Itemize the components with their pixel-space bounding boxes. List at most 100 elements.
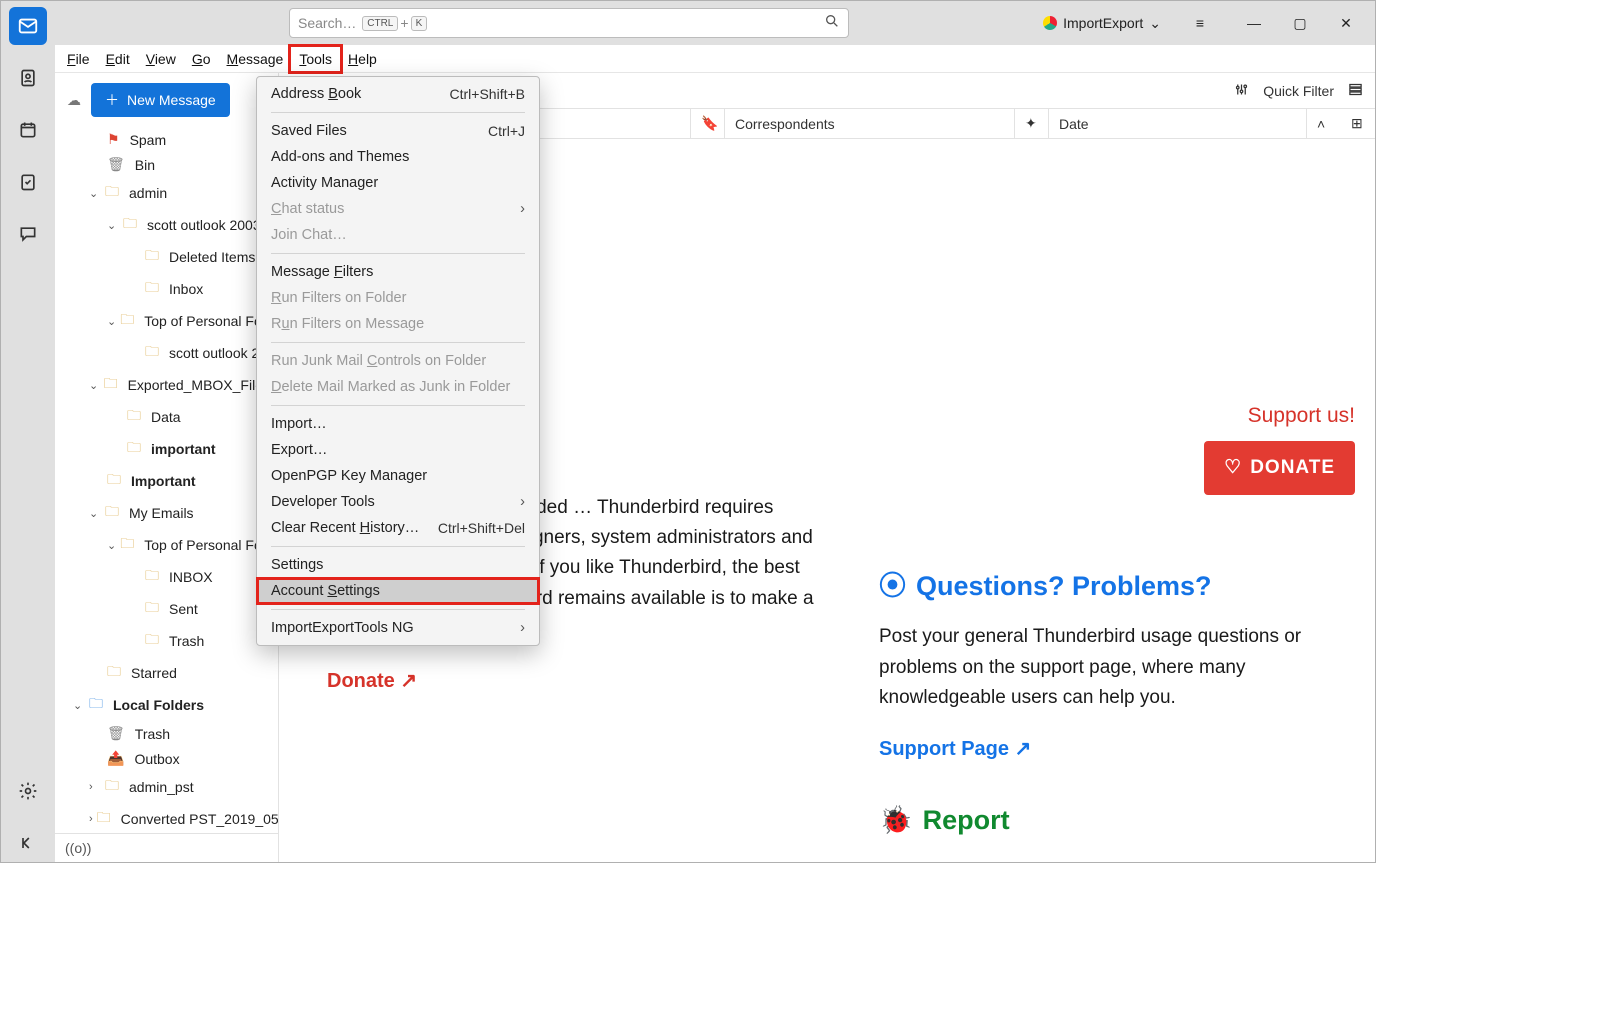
local-folders[interactable]: ⌄🗀Local Folders bbox=[55, 689, 278, 721]
col-correspondents[interactable]: Correspondents bbox=[725, 109, 1015, 138]
folder-bin[interactable]: 🗑Bin bbox=[55, 152, 278, 177]
quick-filter-label[interactable]: Quick Filter bbox=[1263, 83, 1334, 99]
folder-scott2003[interactable]: ⌄🗀scott outlook 2003 bbox=[55, 209, 278, 241]
folder-admin-pst[interactable]: ›🗀admin_pst bbox=[55, 771, 278, 803]
folder-inbox[interactable]: 🗀Inbox bbox=[55, 273, 278, 305]
col-picker[interactable]: ⊞ bbox=[1341, 109, 1375, 138]
folder-top-pf2[interactable]: ⌄🗀Top of Personal Fol… bbox=[55, 529, 278, 561]
folder-top-pf1[interactable]: ⌄🗀Top of Personal Fol… bbox=[55, 305, 278, 337]
folder-outbox[interactable]: 📤Outbox bbox=[55, 746, 278, 771]
menu-importexporttools[interactable]: ImportExportTools NG› bbox=[257, 615, 539, 641]
folder-myemails[interactable]: ⌄🗀My Emails bbox=[55, 497, 278, 529]
chevron-down-icon[interactable]: ⌄ bbox=[89, 379, 100, 392]
menu-edit[interactable]: Edit bbox=[98, 47, 138, 71]
folder-trash2[interactable]: 🗑Trash bbox=[55, 721, 278, 746]
col-flag[interactable]: 🔖 bbox=[691, 109, 725, 138]
col-attach[interactable]: ✦ bbox=[1015, 109, 1049, 138]
folder-icon: 🗀 bbox=[145, 629, 159, 653]
chevron-down-icon[interactable]: ⌄ bbox=[107, 219, 119, 232]
menu-go[interactable]: Go bbox=[184, 47, 219, 71]
col-sort[interactable]: ˄ bbox=[1307, 109, 1341, 138]
importexport-label: ImportExport bbox=[1063, 15, 1143, 31]
menu-view[interactable]: View bbox=[138, 47, 184, 71]
new-message-button[interactable]: ＋ New Message bbox=[91, 83, 230, 117]
global-search-input[interactable]: Search… CTRL + K bbox=[289, 8, 849, 38]
close-button[interactable]: ✕ bbox=[1323, 1, 1369, 45]
calendar-space-icon[interactable] bbox=[9, 111, 47, 149]
chevron-down-icon[interactable]: ⌄ bbox=[73, 699, 85, 712]
menu-devtools[interactable]: Developer Tools› bbox=[257, 489, 539, 515]
menu-message-filters[interactable]: Message Filters bbox=[257, 259, 539, 285]
maximize-button[interactable]: ▢ bbox=[1277, 1, 1323, 45]
search-icon[interactable] bbox=[824, 13, 840, 34]
folder-icon: 🗀 bbox=[145, 565, 159, 589]
chevron-down-icon: ⌄ bbox=[1149, 15, 1161, 32]
chevron-down-icon[interactable]: ⌄ bbox=[107, 315, 116, 328]
folder-inbox-uc[interactable]: 🗀INBOX bbox=[55, 561, 278, 593]
external-link-icon: ↗ bbox=[1015, 738, 1032, 760]
chevron-down-icon[interactable]: ⌄ bbox=[107, 539, 116, 552]
chevron-right-icon[interactable]: › bbox=[89, 813, 93, 825]
menu-clear-history[interactable]: Clear Recent History…Ctrl+Shift+Del bbox=[257, 515, 539, 541]
folder-scott200[interactable]: 🗀scott outlook 20… bbox=[55, 337, 278, 369]
folder-converted[interactable]: ›🗀Converted PST_2019_05… bbox=[55, 803, 278, 833]
mail-space-icon[interactable] bbox=[9, 7, 47, 45]
external-link-icon: ↗ bbox=[400, 670, 417, 692]
chevron-down-icon[interactable]: ⌄ bbox=[89, 187, 101, 200]
appmenu-button[interactable]: ≡ bbox=[1177, 1, 1223, 45]
collapse-space-icon[interactable] bbox=[9, 824, 47, 862]
status-bar-sync-icon[interactable]: ((o)) bbox=[55, 833, 278, 862]
menu-chat-status: Chat status› bbox=[257, 196, 539, 222]
folder-admin[interactable]: ⌄🗀admin bbox=[55, 177, 278, 209]
menu-openpgp[interactable]: OpenPGP Key Manager bbox=[257, 463, 539, 489]
folder-important-lc[interactable]: 🗀important bbox=[55, 433, 278, 465]
kbd-plus: + bbox=[400, 15, 408, 31]
folder-exported[interactable]: ⌄🗀Exported_MBOX_Files bbox=[55, 369, 278, 401]
settings-space-icon[interactable] bbox=[9, 772, 47, 810]
questions-body: Post your general Thunderbird usage ques… bbox=[879, 622, 1355, 713]
quick-filter-icon[interactable] bbox=[1234, 82, 1249, 100]
menu-activity[interactable]: Activity Manager bbox=[257, 170, 539, 196]
folder-important-uc[interactable]: 🗀Important bbox=[55, 465, 278, 497]
folder-tree[interactable]: ⚑Spam 🗑Bin ⌄🗀admin ⌄🗀scott outlook 2003 … bbox=[55, 127, 278, 833]
menu-tools[interactable]: Tools bbox=[291, 47, 340, 71]
app-window: Search… CTRL + K ImportExport ⌄ ≡ — ▢ ✕ bbox=[0, 0, 1376, 863]
donate-button[interactable]: ♡DONATE bbox=[1204, 441, 1355, 495]
menu-address-book[interactable]: Address BookCtrl+Shift+B bbox=[257, 81, 539, 107]
minimize-button[interactable]: — bbox=[1231, 1, 1277, 45]
new-message-label: New Message bbox=[127, 92, 216, 108]
col-date[interactable]: Date bbox=[1049, 109, 1307, 138]
menu-export[interactable]: Export… bbox=[257, 437, 539, 463]
menu-file[interactable]: File bbox=[59, 47, 98, 71]
importexport-toolbar-button[interactable]: ImportExport ⌄ bbox=[1035, 11, 1169, 36]
menu-help[interactable]: Help bbox=[340, 47, 385, 71]
menu-saved-files[interactable]: Saved FilesCtrl+J bbox=[257, 118, 539, 144]
chevron-down-icon[interactable]: ⌄ bbox=[89, 507, 101, 520]
get-messages-icon[interactable]: ☁ bbox=[67, 92, 81, 109]
menu-run-filters-folder: Run Filters on Folder bbox=[257, 285, 539, 311]
search-placeholder: Search… bbox=[298, 15, 356, 31]
folder-icon: 🗀 bbox=[120, 533, 134, 557]
chat-space-icon[interactable] bbox=[9, 215, 47, 253]
display-options-icon[interactable] bbox=[1348, 82, 1363, 100]
heart-icon: ♡ bbox=[1224, 453, 1242, 483]
folder-trash1[interactable]: 🗀Trash bbox=[55, 625, 278, 657]
folder-sent[interactable]: 🗀Sent bbox=[55, 593, 278, 625]
tasks-space-icon[interactable] bbox=[9, 163, 47, 201]
menu-settings[interactable]: Settings bbox=[257, 552, 539, 578]
menu-account-settings[interactable]: Account Settings bbox=[257, 578, 539, 604]
menu-message[interactable]: Message bbox=[219, 47, 292, 71]
donate-link[interactable]: Donate ↗ bbox=[327, 665, 819, 697]
menu-addons[interactable]: Add-ons and Themes bbox=[257, 144, 539, 170]
addressbook-space-icon[interactable] bbox=[9, 59, 47, 97]
folder-spam[interactable]: ⚑Spam bbox=[55, 127, 278, 152]
support-page-link[interactable]: Support Page ↗ bbox=[879, 733, 1355, 765]
folder-icon: 🗀 bbox=[105, 181, 119, 205]
chevron-right-icon[interactable]: › bbox=[89, 781, 101, 793]
folder-starred[interactable]: 🗀Starred bbox=[55, 657, 278, 689]
folder-deleted-items[interactable]: 🗀Deleted Items bbox=[55, 241, 278, 273]
folder-data1[interactable]: 🗀Data bbox=[55, 401, 278, 433]
plus-icon: ＋ bbox=[105, 90, 119, 110]
menu-import[interactable]: Import… bbox=[257, 411, 539, 437]
trash-icon: 🗑 bbox=[107, 725, 125, 742]
